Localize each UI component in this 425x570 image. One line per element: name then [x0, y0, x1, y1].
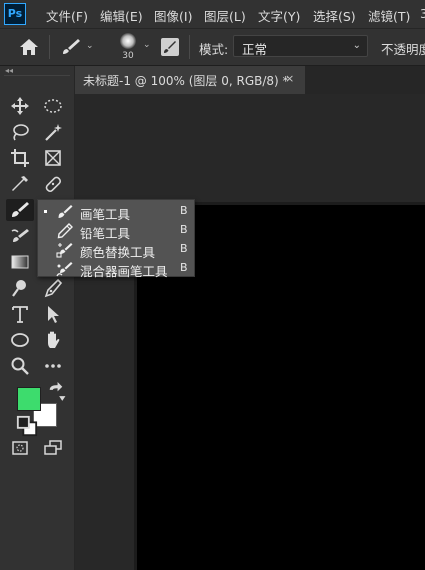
gradient-tool[interactable] [9, 251, 31, 273]
mixer-brush-icon [56, 260, 74, 278]
pen-icon [44, 278, 63, 298]
chevron-down-icon[interactable]: ⌄ [143, 40, 151, 50]
clone-stamp-tool[interactable] [9, 225, 31, 247]
crop-tool[interactable] [9, 147, 31, 169]
flyout-item-mixer-brush[interactable]: 混合器画笔工具 B [38, 259, 194, 279]
brush-tip-preview [120, 33, 136, 49]
eyedropper-tool[interactable] [9, 173, 31, 195]
marquee-tool[interactable] [42, 95, 64, 117]
frame-tool[interactable] [42, 147, 64, 169]
pencil-icon [56, 222, 74, 240]
ellipse-icon [11, 333, 29, 347]
swap-colors-icon [49, 382, 66, 401]
menu-bar: Ps 文件(F) 编辑(E) 图像(I) 图层(L) 文字(Y) 选择(S) 滤… [0, 0, 425, 29]
shortcut-key: B [180, 242, 188, 255]
brush-tool[interactable] [6, 199, 34, 221]
pen-tool[interactable] [42, 277, 64, 299]
screen-mode-button[interactable] [42, 437, 64, 459]
more-tools-button[interactable] [42, 355, 64, 377]
menu-select[interactable]: 选择(S) [313, 6, 356, 25]
flyout-item-color-replacement[interactable]: 颜色替换工具 B [38, 240, 194, 260]
crop-icon [11, 149, 29, 167]
home-icon [20, 39, 38, 55]
collapse-toolbar-button[interactable]: ◂◂ [5, 66, 13, 75]
document-tab[interactable]: 未标题-1 @ 100% (图层 0, RGB/8) * × [75, 66, 305, 94]
flyout-item-label: 混合器画笔工具 [80, 264, 168, 279]
close-icon[interactable]: × [285, 72, 294, 85]
tool-preset-picker[interactable]: ⌄ [60, 37, 100, 57]
lasso-tool[interactable] [9, 121, 31, 143]
default-colors-button[interactable] [16, 415, 38, 437]
shortcut-key: B [180, 204, 188, 217]
chevron-down-icon: ⌄ [86, 41, 94, 51]
menu-3d[interactable]: 3 [420, 6, 425, 21]
ellipse-tool[interactable] [9, 329, 31, 351]
flyout-item-brush[interactable]: 画笔工具 B [38, 202, 194, 222]
mode-label: 模式: [199, 42, 229, 57]
eyedropper-icon [12, 176, 28, 191]
more-tools-icon [45, 364, 61, 368]
hand-tool[interactable] [42, 329, 64, 351]
swap-colors-button[interactable] [45, 382, 66, 401]
separator [189, 35, 190, 59]
move-tool[interactable] [9, 95, 31, 117]
shortcut-key: B [180, 261, 188, 274]
path-selection-icon [48, 306, 59, 323]
brush-icon [12, 202, 29, 217]
marquee-icon [44, 99, 62, 113]
clone-stamp-icon [11, 229, 29, 242]
separator [49, 35, 50, 59]
menu-type[interactable]: 文字(Y) [258, 6, 300, 25]
default-colors-icon [16, 415, 38, 437]
screen-mode-icon [44, 440, 62, 455]
brush-panel-icon [164, 41, 176, 53]
brush-tools-flyout: 画笔工具 B 铅笔工具 B 颜色替换工具 B 混合器画笔工具 B [37, 199, 195, 279]
zoom-icon [11, 357, 29, 375]
brush-settings-panel-button[interactable] [161, 38, 179, 56]
document-tab-bar: 未标题-1 @ 100% (图层 0, RGB/8) * × [75, 66, 425, 94]
hand-icon [48, 331, 60, 348]
brush-preset-picker[interactable]: 30 [114, 31, 142, 63]
options-bar: ⌄ 30 ⌄ 模式: 正常 ⌄ 不透明度 [0, 29, 425, 66]
color-replacement-icon [56, 241, 74, 259]
brush-icon [63, 39, 80, 54]
chevron-down-icon: ⌄ [352, 40, 361, 51]
type-tool[interactable] [9, 303, 31, 325]
gradient-icon [11, 255, 29, 269]
brush-size-value: 30 [122, 51, 134, 61]
document-title: 未标题-1 @ 100% (图层 0, RGB/8) * [83, 74, 289, 88]
healing-brush-tool[interactable] [42, 173, 64, 195]
brush-icon [56, 203, 74, 221]
move-icon [11, 97, 29, 115]
toolbar-grip[interactable] [4, 75, 70, 76]
menu-filter[interactable]: 滤镜(T) [368, 6, 410, 25]
menu-layer[interactable]: 图层(L) [204, 6, 246, 25]
quick-mask-icon [12, 441, 28, 455]
lasso-icon [13, 124, 29, 141]
opacity-label: 不透明度 [381, 42, 425, 57]
menu-edit[interactable]: 编辑(E) [100, 6, 143, 25]
healing-brush-icon [45, 176, 62, 193]
magic-wand-icon [45, 124, 62, 141]
flyout-item-pencil[interactable]: 铅笔工具 B [38, 221, 194, 241]
menu-image[interactable]: 图像(I) [154, 6, 192, 25]
path-selection-tool[interactable] [42, 303, 64, 325]
foreground-color-swatch[interactable] [17, 387, 41, 411]
menu-file[interactable]: 文件(F) [46, 6, 88, 25]
magic-wand-tool[interactable] [42, 121, 64, 143]
blend-mode-select[interactable]: 正常 ⌄ [233, 35, 368, 57]
dodge-tool[interactable] [9, 277, 31, 299]
active-tool-indicator [44, 210, 47, 213]
home-button[interactable] [18, 37, 40, 57]
quick-mask-button[interactable] [9, 437, 31, 459]
dodge-icon [12, 280, 26, 297]
type-icon [12, 306, 28, 323]
frame-icon [45, 150, 61, 166]
zoom-tool[interactable] [9, 355, 31, 377]
blend-mode-value: 正常 [242, 42, 268, 57]
photoshop-logo: Ps [4, 3, 26, 25]
shortcut-key: B [180, 223, 188, 236]
